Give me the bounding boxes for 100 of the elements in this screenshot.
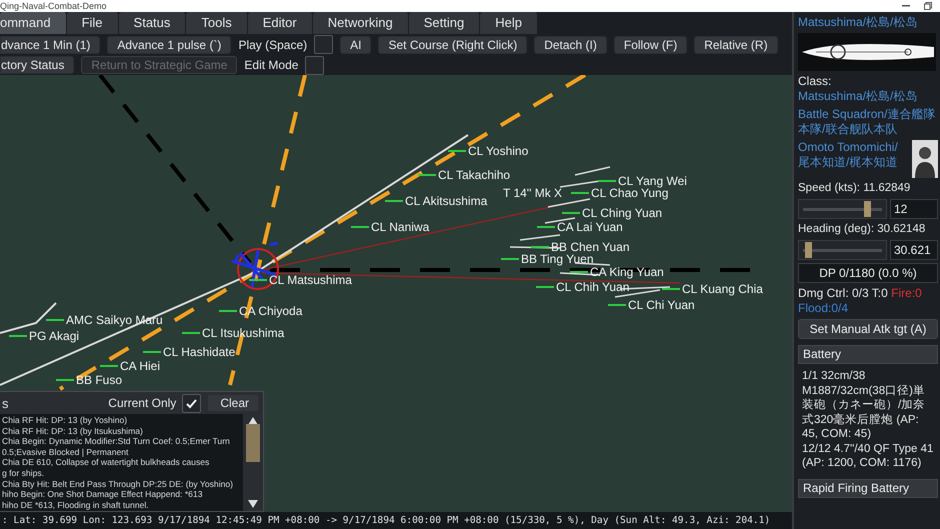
ship-label[interactable]: PG Akagi [29,329,80,343]
heading-field[interactable]: 30.621 [890,240,938,260]
status-bar: : Lat: 39.699 Lon: 123.693 9/17/1894 12:45:49 PM +08:00 -> 9/17/1894 6:00:00 PM +08:00 (15/330, 5 %), Day (Sun Alt: 49.3, Azi: 204.1) [0,512,792,529]
slider-thumb[interactable] [864,201,871,217]
ship-silhouette-icon [798,33,936,71]
leader-line [570,271,588,273]
ship-label[interactable]: CL Hashidate [163,345,236,359]
leader-line [501,258,519,260]
checkbox-label: Play (Space) [238,38,308,52]
menu-tab[interactable]: ommand [0,12,67,34]
leader-line [562,212,580,214]
window-title: Qing-Naval-Combat-Demo [0,0,107,12]
torpedo-label[interactable]: T 14'' Mk X [503,186,562,200]
ship-label[interactable]: CL Ching Yuan [582,206,662,220]
leader-line [182,332,200,334]
leader-line [143,351,161,353]
class-label: Class: [798,74,832,88]
toolbar-button[interactable]: Relative (R) [694,36,778,54]
ship-label[interactable]: CA Lai Yuan [557,220,623,234]
class-link[interactable]: Matsushima/松島/松岛 [798,89,918,104]
toolbar-button[interactable]: Advance 1 pulse (`) [107,36,232,54]
ship-label[interactable]: CL Chi Yuan [628,298,695,312]
toolbar-button[interactable]: Set Course (Right Click) [378,36,528,54]
leader-line [385,200,403,202]
leader-line [46,319,64,321]
leader-line [219,310,237,312]
log-entry: Chia RF Hit: DP: 13 (by Yoshino) [2,415,128,426]
section-header[interactable]: Rapid Firing Battery [798,478,938,498]
toolbar-button[interactable]: ctory Status [0,56,74,74]
ship-label[interactable]: CL Takachiho [438,168,510,182]
log-entry: hiho DE *613, Flooding in shaft tunnel. [2,500,150,510]
leader-line [448,150,466,152]
commander-link[interactable]: Omoto Tomomichi/尾本知道/梶本知道 [798,140,908,170]
menu-tab[interactable]: Networking [312,12,409,34]
ship-label[interactable]: BB Fuso [76,373,122,387]
menu-tab[interactable]: Help [480,12,538,34]
ship-label[interactable]: CL Naniwa [371,220,430,234]
section-header[interactable]: Battery [798,345,938,364]
leader-line [249,279,267,281]
heading-reading: Heading (deg): 30.62148 [798,222,926,237]
checkbox-label: Current Only [108,396,176,410]
toolbar-button[interactable]: dvance 1 Min (1) [0,36,100,54]
heading-slider[interactable] [798,240,887,260]
ship-label[interactable]: CL Yang Wei [618,174,687,188]
ship-label[interactable]: BB Chen Yuan [551,240,630,254]
leader-line [598,180,616,182]
clear-button[interactable]: Clear [207,394,259,412]
log-entry: hiho Begin: One Shot Damage Effect Happend: *613 [2,489,204,500]
damage-control-status: Dmg Ctrl: 0/3 T:0 Fire:0 Flood:0/4 [798,286,923,316]
slider-thumb[interactable] [804,242,812,258]
log-entry: g for ships. [2,468,46,479]
scroll-down-icon[interactable] [247,499,259,509]
log-entry: Chia DE 610, Collapse of watertight bulkheads causes [2,457,210,468]
toolbar-button[interactable]: Detach (I) [534,36,607,54]
ship-name-link[interactable]: Matsushima/松島/松岛 [798,15,938,30]
menu-tab[interactable]: Tools [186,12,248,34]
ship-label[interactable]: CL Akitsushima [405,194,488,208]
leader-line [531,246,549,248]
unit-link[interactable]: Battle Squadron/連合艦隊本隊/联合舰队本队 [798,107,938,137]
restore-icon[interactable] [924,2,932,10]
ship-label[interactable]: BB Ting Yuen [521,252,594,266]
checkbox-label: Edit Mode [244,58,298,72]
menu-tab[interactable]: File [66,12,119,34]
ship-label[interactable]: CL Yoshino [468,144,528,158]
leader-line [571,192,589,194]
sea-map[interactable] [0,75,792,512]
leader-line [662,288,680,290]
ship-label[interactable]: CA Hiei [120,359,160,373]
leader-line [536,286,554,288]
speed-reading: Speed (kts): 11.62849 [798,181,912,196]
attack-target-button[interactable]: Set Manual Atk tgt (A) [798,319,938,339]
leader-line [351,226,369,228]
ship-label[interactable]: CL Kuang Chia [682,282,763,296]
menu-tab[interactable]: Setting [408,12,480,34]
ship-label[interactable]: CL Chih Yuan [556,280,630,294]
speed-slider[interactable] [798,199,887,219]
speed-field[interactable]: 12 [890,199,938,219]
log-entry: Chia Begin: Dynamic Modifier:Std Turn Coef: 0.5;Emer Turn [2,436,231,447]
menu-tab[interactable]: Editor [248,12,313,34]
leader-line [56,379,74,381]
minimize-icon[interactable] [902,5,910,7]
log-entry: Chia Bty Hit: Belt End Pass Through DP:25 DE: (by Yoshino) [2,478,234,490]
toolbar-button[interactable]: AI [340,36,372,54]
checkbox[interactable] [305,56,324,74]
menu-tab[interactable]: Status [118,12,186,34]
toolbar-button[interactable]: Follow (F) [614,36,688,54]
ship-label[interactable]: CA King Yuan [590,265,664,279]
leader-line [100,365,118,367]
checkbox[interactable] [314,35,334,54]
leader-line [9,335,27,337]
damage-points-bar: DP 0/1180 (0.0 %) [798,263,938,283]
weapon-entry: 1/1 32cm/38 M1887/32cm(38口径)単装砲（カネー砲）/加奈式320毫米后膛炮 (AP: 45, COM: 45) [802,369,926,442]
ship-label[interactable]: CL Chao Yung [591,186,668,200]
scrollbar-thumb[interactable] [246,424,260,462]
ship-label[interactable]: CL Itsukushima [202,326,284,340]
weapon-entry: 12/12 4.7''/40 QF Type 41 (AP: 1200, COM: 1176) [802,442,934,470]
log-entry: 0.5;Evasive Blocked | Permanent [2,446,130,458]
checkbox[interactable] [182,394,202,412]
log-title: s [2,396,10,410]
log-entry: Chia RF Hit: DP: 13 (by Itsukushima) [2,426,144,436]
